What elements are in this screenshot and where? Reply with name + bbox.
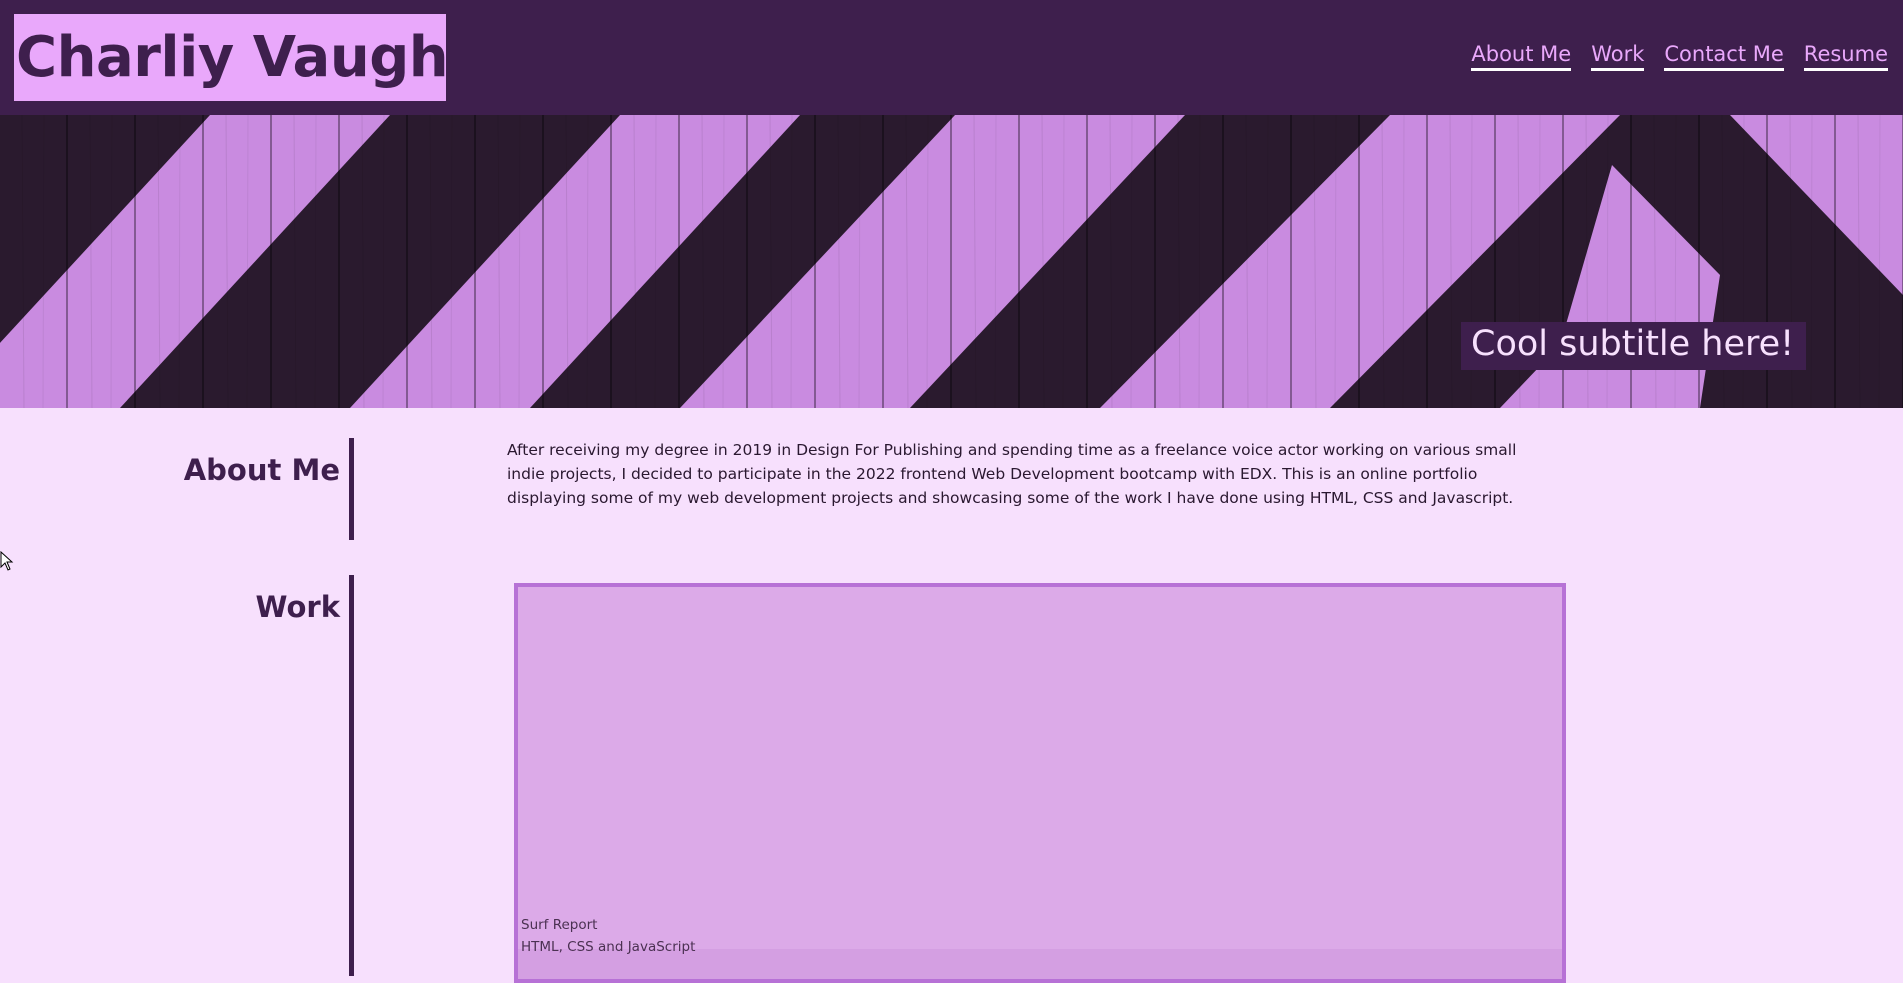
nav-link-contact-me[interactable]: Contact Me [1664,42,1784,71]
about-me-text: After receiving my degree in 2019 in Des… [507,441,1517,507]
main-nav: About Me Work Contact Me Resume [1471,42,1888,71]
about-me-heading: About Me [183,453,340,487]
hero-subtitle: Cool subtitle here! [1461,322,1807,370]
site-title: Charliy Vaughan [14,14,446,101]
nav-link-work[interactable]: Work [1591,42,1645,71]
work-divider [349,575,354,976]
project-card-surf-report[interactable]: Surf Report HTML, CSS and JavaScript [514,583,1566,983]
nav-link-about-me[interactable]: About Me [1471,42,1572,71]
nav-link-resume[interactable]: Resume [1803,42,1888,71]
about-me-divider [349,438,354,540]
project-tech: HTML, CSS and JavaScript [521,939,696,955]
hero-banner: Cool subtitle here! [0,115,1903,408]
work-heading: Work [255,590,340,624]
mouse-cursor-icon [0,551,14,571]
site-header: Charliy Vaughan About Me Work Contact Me… [0,0,1903,115]
project-title[interactable]: Surf Report [521,917,597,933]
